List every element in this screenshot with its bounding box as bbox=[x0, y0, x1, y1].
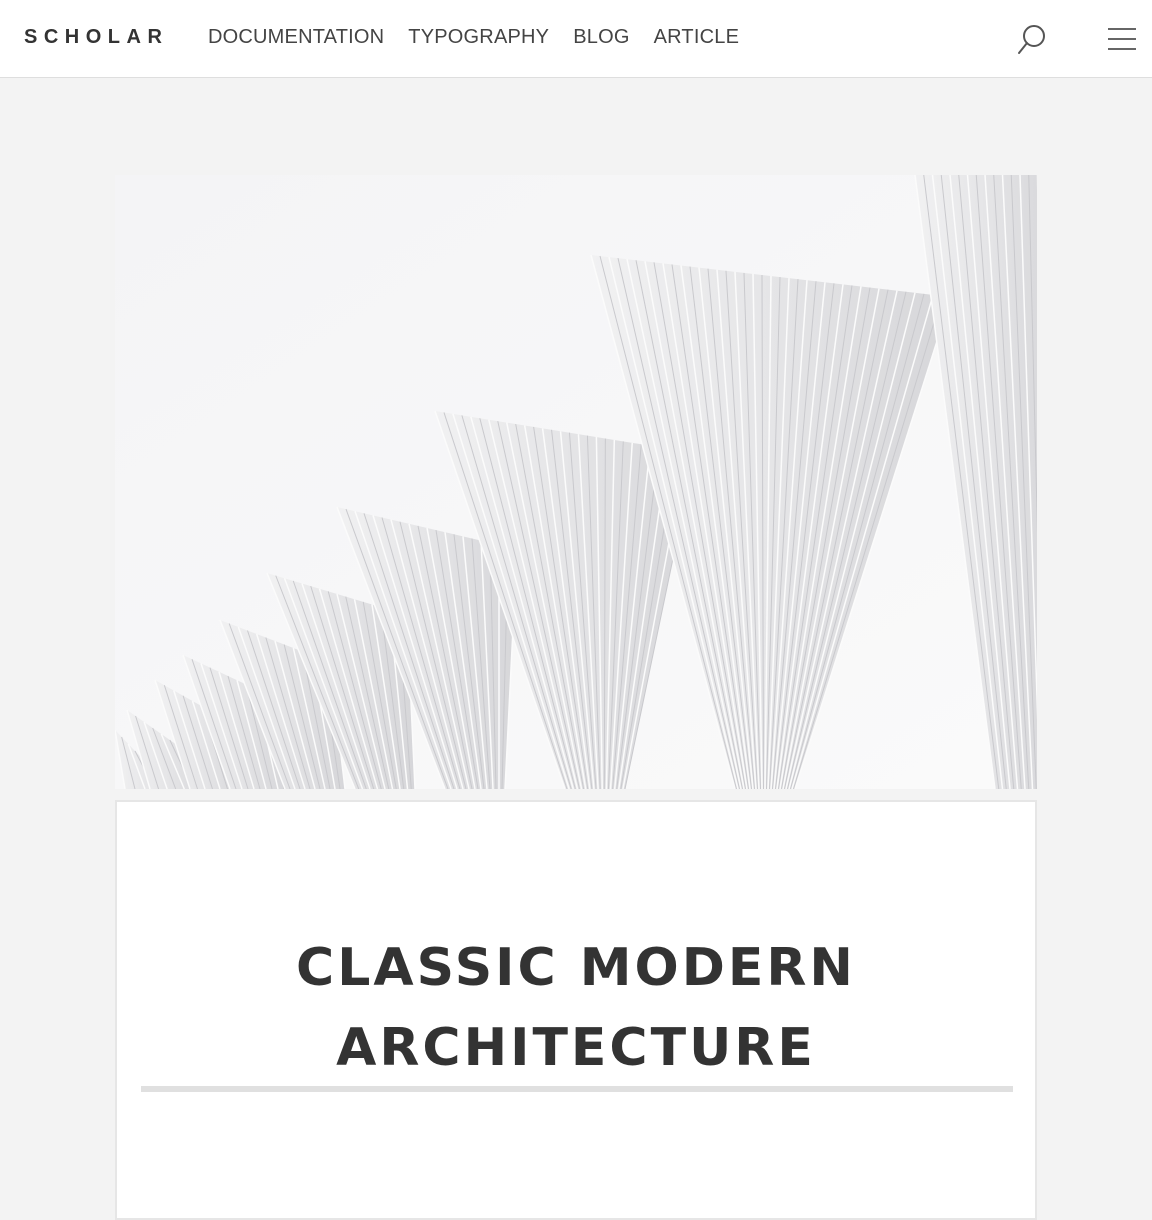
article-title-line1: CLASSIC MODERN bbox=[296, 938, 856, 998]
nav-item-article[interactable]: ARTICLE bbox=[654, 26, 740, 49]
hero-image bbox=[115, 175, 1037, 789]
nav-item-blog[interactable]: BLOG bbox=[573, 26, 629, 49]
article-title-line2: ARCHITECTURE bbox=[336, 1018, 816, 1078]
architecture-photo bbox=[115, 175, 1037, 789]
article-card: CLASSIC MODERN ARCHITECTURE bbox=[115, 800, 1037, 1220]
search-button[interactable] bbox=[1014, 22, 1050, 58]
site-logo[interactable]: SCHOLAR bbox=[24, 26, 168, 49]
hamburger-menu-icon bbox=[1108, 28, 1136, 50]
top-navigation-bar: SCHOLAR DOCUMENTATION TYPOGRAPHY BLOG AR… bbox=[0, 0, 1152, 78]
main-nav: DOCUMENTATION TYPOGRAPHY BLOG ARTICLE bbox=[208, 26, 739, 49]
search-icon bbox=[1018, 25, 1045, 54]
title-divider bbox=[141, 1086, 1013, 1092]
nav-item-typography[interactable]: TYPOGRAPHY bbox=[408, 26, 549, 49]
nav-item-documentation[interactable]: DOCUMENTATION bbox=[208, 26, 384, 49]
article-title: CLASSIC MODERN ARCHITECTURE bbox=[117, 928, 1035, 1088]
menu-button[interactable] bbox=[1106, 26, 1138, 52]
